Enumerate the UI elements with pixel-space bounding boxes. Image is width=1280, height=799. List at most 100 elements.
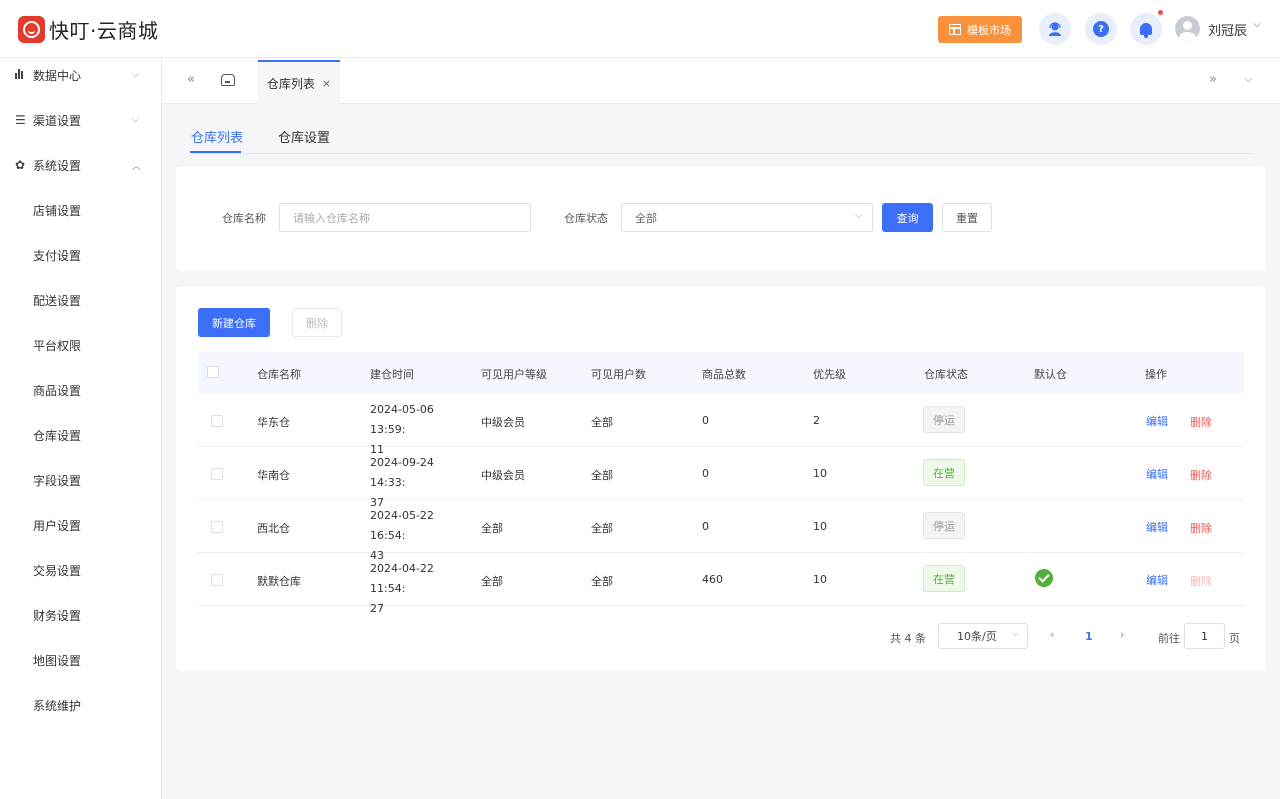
column-header: 仓库名称 [257, 368, 301, 381]
page-size-value: 10条/页 [957, 630, 997, 643]
column-header: 可见用户数 [591, 368, 646, 381]
bell-icon [1140, 23, 1152, 38]
edit-link[interactable]: 编辑 [1146, 466, 1168, 482]
user-level: 中级会员 [481, 469, 525, 482]
avatar[interactable] [1175, 16, 1200, 41]
sidebar-item-maintenance[interactable]: 系统维护 [33, 697, 81, 714]
current-page[interactable]: 1 [1085, 630, 1093, 643]
close-icon[interactable]: × [322, 77, 331, 90]
created-time: 2024-04-22 11:54: 27 [370, 559, 466, 619]
goods-total: 0 [702, 520, 709, 533]
row-checkbox[interactable] [211, 468, 223, 480]
prev-page-icon[interactable]: ‹ [1050, 628, 1054, 641]
user-count: 全部 [591, 469, 613, 482]
chevron-down-icon[interactable]: ⌵ [1253, 19, 1261, 30]
warehouse-name: 默默仓库 [257, 575, 301, 588]
sidebar-group-data-center[interactable]: 数据中心 ⌵ [0, 58, 161, 92]
app-logo[interactable]: 快叮·云商城 [18, 15, 158, 44]
delete-link[interactable]: 删除 [1190, 467, 1212, 483]
search-button[interactable]: 查询 [882, 203, 933, 232]
user-count: 全部 [591, 522, 613, 535]
subtab-warehouse-list[interactable]: 仓库列表 [191, 127, 243, 146]
warehouse-name: 西北仓 [257, 522, 290, 535]
warehouse-name-label: 仓库名称 [222, 212, 266, 225]
user-count: 全部 [591, 575, 613, 588]
create-warehouse-button[interactable]: 新建仓库 [198, 308, 270, 337]
double-chevron-right-icon[interactable]: » [1209, 72, 1217, 87]
warehouse-status-select[interactable]: 全部 ⌵ [621, 203, 873, 232]
sidebar-item-delivery[interactable]: 配送设置 [33, 292, 81, 309]
table-row: 西北仓 2024-05-22 16:54: 43 全部 全部 0 10 停运 编… [198, 500, 1244, 562]
user-name[interactable]: 刘冠辰 [1208, 20, 1247, 39]
priority: 2 [813, 414, 820, 427]
sidebar-item-fields[interactable]: 字段设置 [33, 472, 81, 489]
column-header: 操作 [1145, 368, 1167, 381]
table-row: 华东仓 2024-05-06 13:59: 11 中级会员 全部 0 2 停运 … [198, 394, 1244, 456]
sidebar-item-payment[interactable]: 支付设置 [33, 247, 81, 264]
chevron-up-icon: ︿ [132, 161, 142, 172]
sidebar-group-system[interactable]: ✿ 系统设置 ︿ [0, 148, 161, 182]
delete-link-disabled: 删除 [1190, 575, 1212, 588]
notification-button[interactable] [1130, 13, 1162, 45]
support-icon [1049, 22, 1061, 36]
double-chevron-left-icon[interactable]: « [187, 72, 195, 87]
next-page-icon[interactable]: › [1120, 628, 1124, 641]
delete-link[interactable]: 删除 [1190, 520, 1212, 536]
edit-link[interactable]: 编辑 [1146, 413, 1168, 429]
goods-total: 0 [702, 467, 709, 480]
tab-warehouse-list[interactable]: 仓库列表 × [258, 60, 340, 104]
user-level: 全部 [481, 522, 503, 535]
sidebar-item-map[interactable]: 地图设置 [33, 652, 81, 669]
sidebar-item-goods[interactable]: 商品设置 [33, 382, 81, 399]
warehouse-name-placeholder: 请输入仓库名称 [293, 211, 370, 225]
status-badge: 停运 [923, 512, 965, 539]
tab-bar: « 仓库列表 × » ⌵ [162, 58, 1280, 104]
bar-chart-icon [15, 68, 23, 82]
sidebar-group-label: 数据中心 [33, 68, 82, 83]
sidebar-item-warehouse[interactable]: 仓库设置 [33, 427, 81, 444]
sidebar-item-store[interactable]: 店铺设置 [33, 202, 81, 219]
home-icon[interactable] [221, 74, 235, 86]
sidebar-item-users[interactable]: 用户设置 [33, 517, 81, 534]
subtab-warehouse-settings[interactable]: 仓库设置 [278, 127, 330, 146]
chevron-down-icon: ⌵ [132, 70, 139, 80]
priority: 10 [813, 467, 827, 480]
default-check-icon [1035, 569, 1053, 587]
sidebar-item-finance[interactable]: 财务设置 [33, 607, 81, 624]
sidebar: 数据中心 ⌵ ☰ 渠道设置 ⌵ ✿ 系统设置 ︿ 店铺设置 支付设置 配送设置 … [0, 58, 162, 799]
help-icon: ? [1093, 21, 1109, 37]
select-all-checkbox[interactable] [207, 366, 219, 378]
page-size-select[interactable]: 10条/页 ⌵ [938, 623, 1028, 649]
filter-card: 仓库名称 请输入仓库名称 仓库状态 全部 ⌵ 查询 重置 [176, 167, 1266, 271]
sidebar-group-label: 渠道设置 [33, 113, 82, 128]
row-checkbox[interactable] [211, 574, 223, 586]
warehouse-status-label: 仓库状态 [564, 212, 608, 225]
goto-page-input[interactable]: 1 [1184, 623, 1225, 649]
edit-link[interactable]: 编辑 [1146, 519, 1168, 535]
help-button[interactable]: ? [1085, 13, 1117, 45]
edit-link[interactable]: 编辑 [1146, 572, 1168, 588]
reset-button[interactable]: 重置 [942, 203, 992, 232]
warehouse-name: 华南仓 [257, 469, 290, 482]
user-count: 全部 [591, 416, 613, 429]
delete-link[interactable]: 删除 [1190, 414, 1212, 430]
column-header: 默认仓 [1034, 368, 1067, 381]
batch-delete-button[interactable]: 删除 [292, 308, 342, 337]
sidebar-item-trade[interactable]: 交易设置 [33, 562, 81, 579]
customer-service-button[interactable] [1039, 13, 1071, 45]
column-header: 仓库状态 [924, 368, 968, 381]
sidebar-group-channel[interactable]: ☰ 渠道设置 ⌵ [0, 103, 161, 137]
row-checkbox[interactable] [211, 521, 223, 533]
app-title: 快叮·云商城 [49, 19, 159, 43]
sidebar-group-label: 系统设置 [33, 158, 82, 173]
template-market-button[interactable]: 模板市场 [938, 16, 1022, 43]
chevron-down-icon[interactable]: ⌵ [1244, 72, 1252, 86]
priority: 10 [813, 520, 827, 533]
sidebar-item-permission[interactable]: 平台权限 [33, 337, 81, 354]
row-checkbox[interactable] [211, 415, 223, 427]
priority: 10 [813, 573, 827, 586]
status-badge: 在营 [923, 565, 965, 592]
warehouse-name-input[interactable]: 请输入仓库名称 [279, 203, 531, 232]
goods-total: 0 [702, 414, 709, 427]
table-row: 默默仓库 2024-04-22 11:54: 27 全部 全部 460 10 在… [198, 553, 1244, 615]
